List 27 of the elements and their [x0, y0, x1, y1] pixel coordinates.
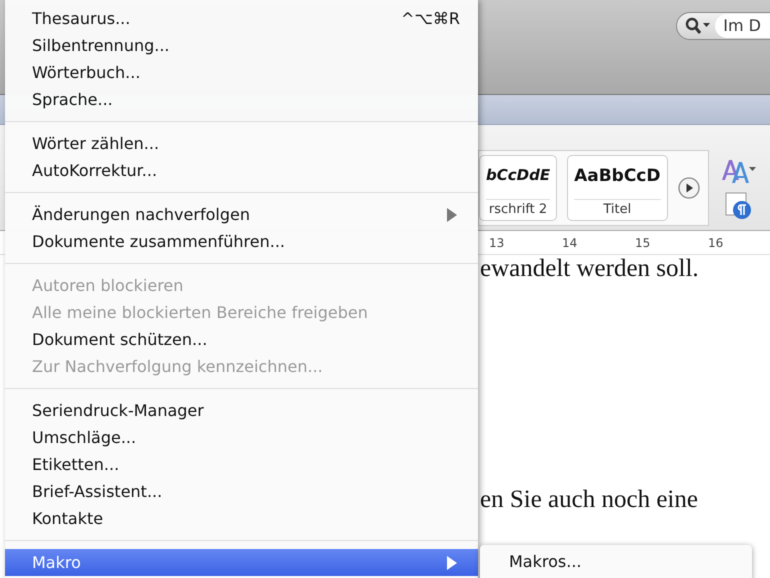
- menu-item[interactable]: Makros...: [480, 548, 752, 575]
- menu-item[interactable]: Silbentrennung...: [5, 32, 478, 59]
- paragraph-icon[interactable]: [724, 192, 752, 220]
- menu-item[interactable]: Makro: [5, 549, 478, 576]
- ruler-number: 13: [489, 236, 506, 250]
- menu-item[interactable]: Kontakte: [5, 505, 478, 532]
- menu-item[interactable]: Etiketten...: [5, 451, 478, 478]
- style-item[interactable]: bCcDdE rschrift 2: [479, 154, 558, 220]
- menu-item[interactable]: Sprache...: [5, 86, 478, 113]
- menu-item[interactable]: Wörterbuch...: [5, 59, 478, 86]
- ruler-number: 14: [562, 236, 578, 250]
- style-item[interactable]: AaBbCcD Titel: [567, 154, 668, 220]
- menu-item[interactable]: Änderungen nachverfolgen: [5, 201, 478, 228]
- document-text: ewandelt werden soll.: [480, 255, 700, 283]
- ruler-number: 16: [708, 236, 724, 250]
- menu-item[interactable]: Dokumente zusammenführen...: [5, 228, 478, 255]
- search-field[interactable]: Im D: [676, 12, 770, 40]
- document-text: en Sie auch noch eine: [480, 486, 699, 514]
- menu-item[interactable]: Brief-Assistent...: [5, 478, 478, 505]
- menu-item[interactable]: AutoKorrektur...: [5, 157, 478, 184]
- menu-item[interactable]: Dokument schützen...: [5, 326, 478, 353]
- menu-item[interactable]: Thesaurus... ^⌥⌘R: [5, 5, 478, 32]
- ruler-number: 15: [635, 236, 652, 250]
- menu-item[interactable]: Umschläge...: [5, 424, 478, 451]
- menu-item[interactable]: Wörter zählen...: [5, 130, 478, 157]
- search-icon: [685, 17, 712, 35]
- menu-item[interactable]: Seriendruck-Manager: [5, 397, 478, 424]
